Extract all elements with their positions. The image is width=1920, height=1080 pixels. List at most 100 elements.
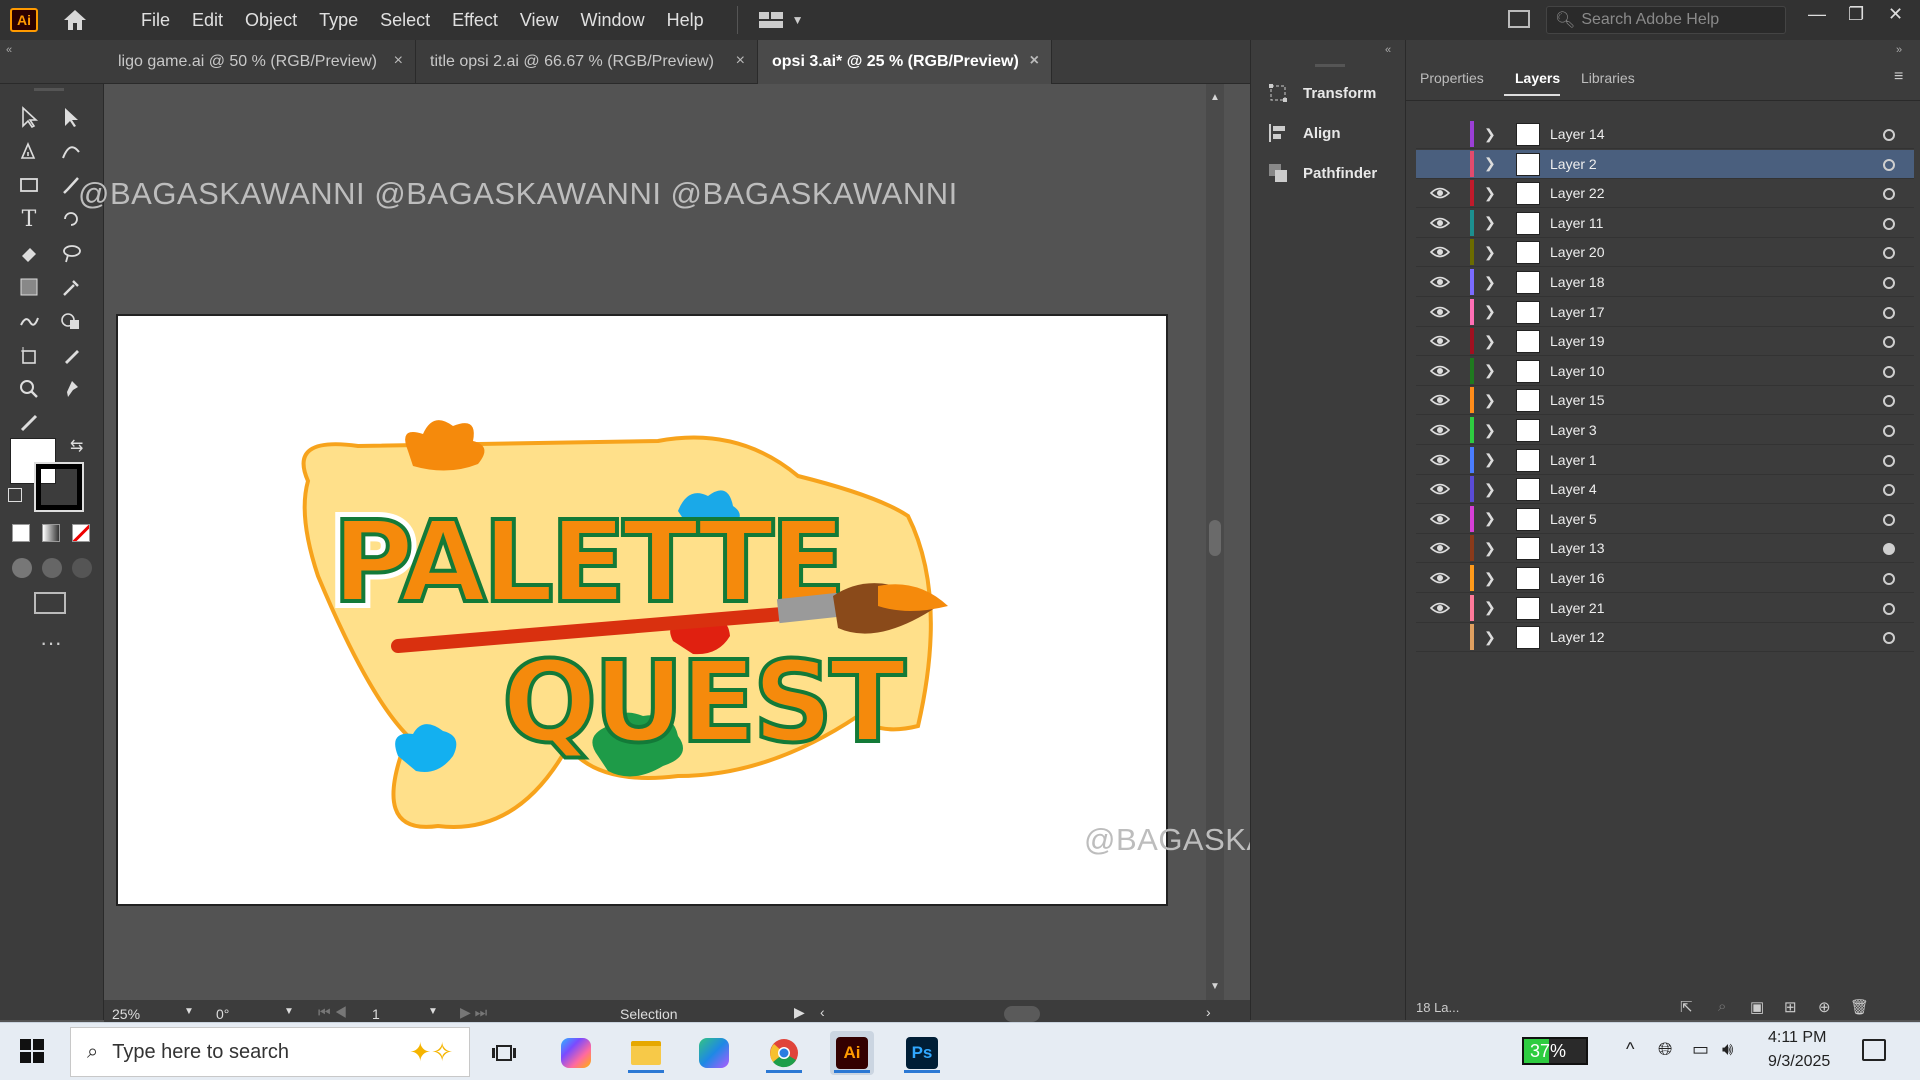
artboard-tool-icon[interactable]: [12, 340, 46, 370]
type-tool-icon[interactable]: T: [12, 204, 46, 234]
collapse-panel-icon[interactable]: «: [1385, 44, 1391, 56]
chevron-right-icon[interactable]: ❯: [1484, 244, 1496, 261]
chevron-right-icon[interactable]: ❯: [1484, 570, 1496, 587]
layer-target-icon[interactable]: [1883, 454, 1895, 467]
layer-name[interactable]: Layer 20: [1550, 244, 1604, 260]
tab-ligo-game[interactable]: ligo game.ai @ 50 % (RGB/Preview) ×: [104, 40, 416, 84]
transform-panel-button[interactable]: Transform: [1267, 78, 1376, 108]
menu-window[interactable]: Window: [570, 10, 656, 31]
clipping-mask-icon[interactable]: ▣: [1750, 998, 1764, 1016]
palette-quest-artwork[interactable]: P PALETTE QUEST: [118, 316, 1166, 904]
layer-name[interactable]: Layer 1: [1550, 452, 1597, 468]
layer-row[interactable]: ❯ Layer 4: [1416, 475, 1914, 505]
curvature-tool-icon[interactable]: [54, 136, 88, 166]
gradient-tool-icon[interactable]: [12, 272, 46, 302]
menu-edit[interactable]: Edit: [181, 10, 234, 31]
pathfinder-panel-button[interactable]: Pathfinder: [1267, 158, 1377, 188]
layer-name[interactable]: Layer 5: [1550, 511, 1597, 527]
photoshop-taskbar-icon[interactable]: Ps: [900, 1031, 944, 1075]
layer-name[interactable]: Layer 16: [1550, 570, 1604, 586]
pen-tool-icon[interactable]: [12, 136, 46, 166]
layer-target-icon[interactable]: [1883, 336, 1895, 349]
layer-row[interactable]: ❯ Layer 17: [1416, 298, 1914, 327]
home-icon[interactable]: [60, 5, 90, 35]
battery-widget[interactable]: 37%: [1522, 1037, 1588, 1065]
chrome-icon[interactable]: [762, 1031, 806, 1075]
volume-icon[interactable]: 🔊︎: [1722, 1039, 1733, 1060]
microsoft-365-icon[interactable]: [692, 1031, 736, 1075]
layer-row[interactable]: ❯ Layer 13: [1416, 534, 1914, 564]
layer-target-icon[interactable]: [1883, 129, 1895, 141]
color-mode-icon[interactable]: [12, 524, 30, 542]
chevron-right-icon[interactable]: ❯: [1484, 185, 1496, 202]
visibility-eye-icon[interactable]: [1430, 186, 1450, 200]
chevron-right-icon[interactable]: ❯: [1484, 481, 1496, 498]
screen-mode-icon[interactable]: [34, 592, 66, 614]
new-layer-icon[interactable]: ⊕: [1818, 998, 1831, 1016]
scroll-right-icon[interactable]: ›: [1206, 1004, 1211, 1020]
chevron-down-icon[interactable]: ▼: [428, 1006, 438, 1017]
last-artboard-icon[interactable]: ▶ ⏭: [460, 1004, 487, 1021]
chevron-right-icon[interactable]: ❯: [1484, 333, 1496, 350]
eyedropper-tool-icon[interactable]: [54, 272, 88, 302]
task-view-icon[interactable]: [482, 1031, 526, 1075]
chevron-right-icon[interactable]: ❯: [1484, 392, 1496, 409]
pencil-tool-icon[interactable]: [54, 340, 88, 370]
zoom-tool-icon[interactable]: [12, 374, 46, 404]
restore-button[interactable]: ❐: [1848, 4, 1864, 25]
visibility-eye-icon[interactable]: [1430, 305, 1450, 319]
shape-builder-tool-icon[interactable]: [54, 306, 88, 336]
draw-normal-icon[interactable]: [12, 558, 32, 578]
menu-select[interactable]: Select: [369, 10, 441, 31]
chevron-right-icon[interactable]: ❯: [1484, 540, 1496, 557]
layer-target-icon[interactable]: [1883, 602, 1895, 615]
layer-target-icon[interactable]: [1883, 217, 1895, 230]
battery-icon[interactable]: ▭: [1692, 1039, 1709, 1060]
vertical-scrollbar[interactable]: ▲ ▼: [1206, 84, 1224, 1000]
chevron-right-icon[interactable]: ❯: [1484, 422, 1496, 439]
chevron-right-icon[interactable]: ❯: [1484, 362, 1496, 379]
layer-target-icon[interactable]: [1883, 247, 1895, 260]
layer-name[interactable]: Layer 21: [1550, 600, 1604, 616]
layer-row[interactable]: ❯ Layer 18: [1416, 268, 1914, 297]
locate-object-icon[interactable]: ⌕: [1718, 998, 1726, 1015]
layer-name[interactable]: Layer 18: [1550, 274, 1604, 290]
direct-selection-tool-icon[interactable]: [54, 102, 88, 132]
artboard-number[interactable]: 1: [372, 1006, 380, 1022]
file-explorer-icon[interactable]: [624, 1031, 668, 1075]
layer-name[interactable]: Layer 4: [1550, 481, 1597, 497]
chevron-right-icon[interactable]: ❯: [1484, 510, 1496, 527]
clock-time[interactable]: 4:11 PM: [1768, 1029, 1826, 1047]
gradient-mode-icon[interactable]: [42, 524, 60, 542]
layer-row[interactable]: ❯ Layer 11: [1416, 209, 1914, 238]
menu-type[interactable]: Type: [308, 10, 369, 31]
chevron-right-icon[interactable]: ❯: [1484, 214, 1496, 231]
expand-panel-icon[interactable]: »: [1896, 44, 1902, 56]
layer-row[interactable]: ❯ Layer 22: [1416, 179, 1914, 209]
layer-name[interactable]: Layer 17: [1550, 304, 1604, 320]
visibility-eye-icon[interactable]: [1430, 453, 1450, 467]
layer-name[interactable]: Layer 13: [1550, 540, 1604, 556]
collapse-toolbar-icon[interactable]: «: [6, 44, 12, 56]
draw-behind-icon[interactable]: [42, 558, 62, 578]
chevron-right-icon[interactable]: ❯: [1484, 274, 1496, 291]
play-icon[interactable]: ▶: [794, 1004, 805, 1021]
search-help-input[interactable]: 🔍︎ Search Adobe Help: [1546, 6, 1786, 34]
close-window-button[interactable]: ✕: [1888, 4, 1903, 25]
minimize-button[interactable]: —: [1808, 4, 1826, 25]
layer-target-icon[interactable]: [1883, 306, 1895, 319]
network-icon[interactable]: 🌐︎: [1658, 1039, 1672, 1060]
panel-menu-icon[interactable]: ≡: [1894, 68, 1903, 86]
eraser-tool-icon[interactable]: [12, 238, 46, 268]
chevron-right-icon[interactable]: ❯: [1484, 155, 1496, 172]
layer-name[interactable]: Layer 14: [1550, 126, 1604, 142]
stroke-swatch[interactable]: [34, 462, 84, 512]
layer-row[interactable]: ❯ Layer 5: [1416, 505, 1914, 534]
layer-target-icon[interactable]: [1883, 513, 1895, 526]
layer-row[interactable]: ❯ Layer 3: [1416, 416, 1914, 445]
chevron-right-icon[interactable]: ❯: [1484, 629, 1496, 646]
copilot-icon[interactable]: [554, 1031, 598, 1075]
menu-view[interactable]: View: [509, 10, 570, 31]
layer-name[interactable]: Layer 15: [1550, 392, 1604, 408]
layer-name[interactable]: Layer 22: [1550, 185, 1604, 201]
